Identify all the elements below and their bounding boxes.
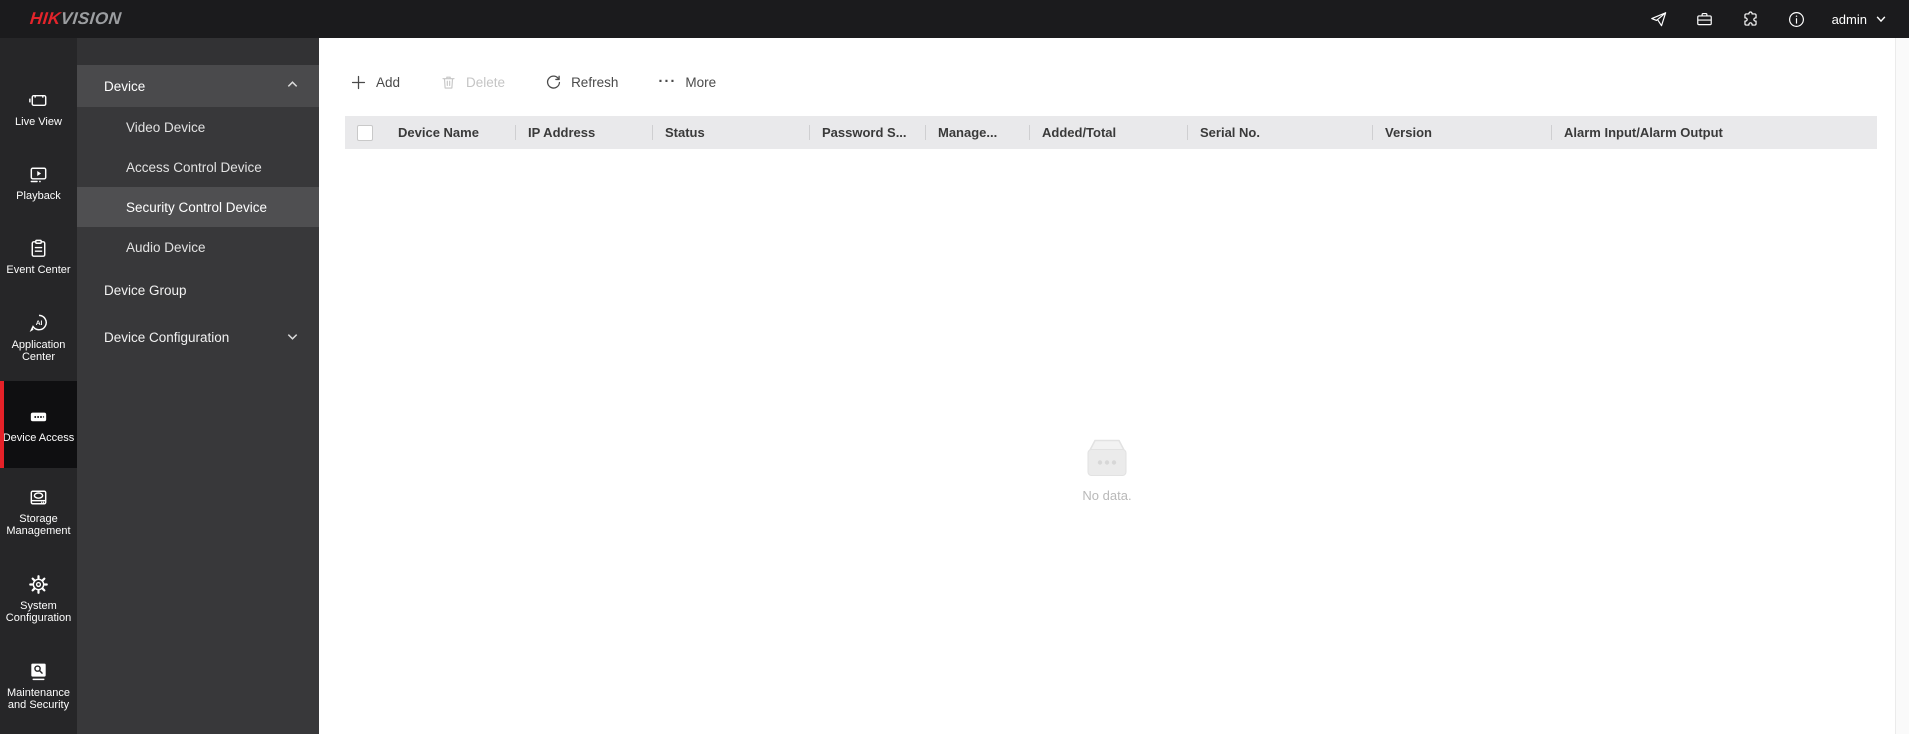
- subnav-spacer: [77, 38, 319, 65]
- storage-management-icon: [30, 490, 47, 504]
- add-button-label: Add: [376, 74, 401, 90]
- refresh-button[interactable]: Refresh: [545, 74, 618, 91]
- rail-item-label: Live View: [15, 116, 62, 129]
- select-all-checkbox[interactable]: [357, 124, 373, 141]
- subnav-item-device-group[interactable]: Device Group: [77, 267, 319, 314]
- device-access-icon: [30, 412, 47, 422]
- device-access-subnav: Device Video Device Access Control Devic…: [77, 38, 319, 734]
- live-view-icon: [29, 95, 47, 107]
- topbar-actions: admin: [1648, 8, 1887, 30]
- rail-item-label: Playback: [16, 190, 61, 203]
- rail-item-live-view[interactable]: Live View: [0, 72, 77, 146]
- toolbar: Add Delete Refresh ··· More: [350, 70, 1877, 94]
- rail-item-system-configuration[interactable]: System Configuration: [0, 555, 77, 642]
- empty-state-text: No data.: [1082, 487, 1132, 503]
- chevron-down-icon: [286, 330, 299, 346]
- maintenance-security-icon: [31, 663, 46, 680]
- table-body: No data.: [319, 149, 1895, 734]
- subnav-item-label: Audio Device: [126, 239, 206, 255]
- subnav-item-access-control-device[interactable]: Access Control Device: [77, 147, 319, 187]
- rail-item-label: Maintenance and Security: [7, 686, 70, 712]
- main-content: Add Delete Refresh ··· More Device Name …: [319, 38, 1895, 734]
- column-header-ip-address[interactable]: IP Address: [515, 116, 652, 149]
- header-checkbox-cell: [345, 116, 385, 149]
- svg-text:AI: AI: [36, 320, 43, 327]
- column-header-manage[interactable]: Manage...: [925, 116, 1029, 149]
- column-header-status[interactable]: Status: [652, 116, 809, 149]
- topbar: HIK VISION admin: [0, 0, 1909, 38]
- subnav-item-security-control-device[interactable]: Security Control Device: [77, 187, 319, 227]
- refresh-button-label: Refresh: [571, 74, 619, 90]
- rail-item-maintenance-security[interactable]: Maintenance and Security: [0, 642, 77, 729]
- user-name: admin: [1831, 11, 1867, 27]
- scrollbar-track[interactable]: [1895, 38, 1909, 734]
- subnav-item-video-device[interactable]: Video Device: [77, 107, 319, 147]
- hikvision-logo: HIK VISION: [29, 9, 123, 29]
- subnav-item-label: Video Device: [126, 119, 206, 135]
- toolbox-icon[interactable]: [1694, 8, 1716, 30]
- plus-icon: [351, 75, 366, 89]
- info-icon[interactable]: [1786, 8, 1808, 30]
- playback-icon: [30, 167, 47, 183]
- app-body: Live View Playback Event Center AI Appli…: [0, 38, 1909, 734]
- more-button-label: More: [685, 74, 717, 90]
- subnav-section-device[interactable]: Device: [77, 65, 319, 107]
- subnav-section-label: Device Configuration: [104, 330, 230, 345]
- rail-item-device-access[interactable]: Device Access: [0, 381, 77, 468]
- subnav-item-label: Access Control Device: [126, 159, 262, 175]
- chevron-up-icon: [286, 78, 299, 94]
- subnav-item-audio-device[interactable]: Audio Device: [77, 227, 319, 267]
- logo-hik: HIK: [29, 9, 62, 28]
- puzzle-icon[interactable]: [1740, 8, 1762, 30]
- subnav-item-label: Security Control Device: [126, 199, 268, 215]
- subnav-item-label: Device Group: [104, 283, 187, 298]
- refresh-icon: [547, 74, 561, 89]
- column-header-alarm-io[interactable]: Alarm Input/Alarm Output: [1551, 116, 1877, 149]
- logo-vision: VISION: [59, 9, 123, 28]
- rail-item-event-center[interactable]: Event Center: [0, 220, 77, 294]
- event-center-icon: [31, 239, 46, 258]
- no-data-icon: [1087, 439, 1127, 476]
- column-header-version[interactable]: Version: [1372, 116, 1551, 149]
- rail-item-application-center[interactable]: AI Application Center: [0, 294, 77, 381]
- column-header-serial-no[interactable]: Serial No.: [1187, 116, 1372, 149]
- add-button[interactable]: Add: [350, 74, 400, 91]
- rail-item-label: Storage Management: [6, 512, 71, 538]
- ellipsis-icon: ···: [658, 73, 677, 90]
- rail-item-storage-management[interactable]: Storage Management: [0, 468, 77, 555]
- trash-icon: [442, 76, 455, 89]
- application-center-icon: AI: [29, 314, 47, 332]
- column-header-added-total[interactable]: Added/Total: [1029, 116, 1187, 149]
- nav-rail: Live View Playback Event Center AI Appli…: [0, 38, 77, 734]
- rail-item-label: System Configuration: [5, 599, 72, 625]
- rail-item-label: Event Center: [6, 264, 71, 277]
- rail-item-playback[interactable]: Playback: [0, 146, 77, 220]
- more-button[interactable]: ··· More: [658, 73, 717, 90]
- rail-item-label: Application Center: [11, 338, 66, 364]
- chevron-down-icon: [1876, 16, 1886, 23]
- rail-item-label: Device Access: [2, 431, 75, 444]
- column-header-password[interactable]: Password S...: [809, 116, 925, 149]
- send-icon[interactable]: [1648, 8, 1670, 30]
- table-header: Device Name IP Address Status Password S…: [345, 116, 1877, 149]
- delete-button[interactable]: Delete: [440, 74, 505, 91]
- system-configuration-icon: [29, 574, 48, 594]
- user-menu[interactable]: admin: [1832, 12, 1887, 27]
- column-header-device-name[interactable]: Device Name: [385, 116, 515, 149]
- subnav-section-device-configuration[interactable]: Device Configuration: [77, 314, 319, 361]
- empty-state: No data.: [1081, 437, 1133, 503]
- subnav-section-label: Device: [104, 78, 146, 94]
- delete-button-label: Delete: [466, 74, 506, 90]
